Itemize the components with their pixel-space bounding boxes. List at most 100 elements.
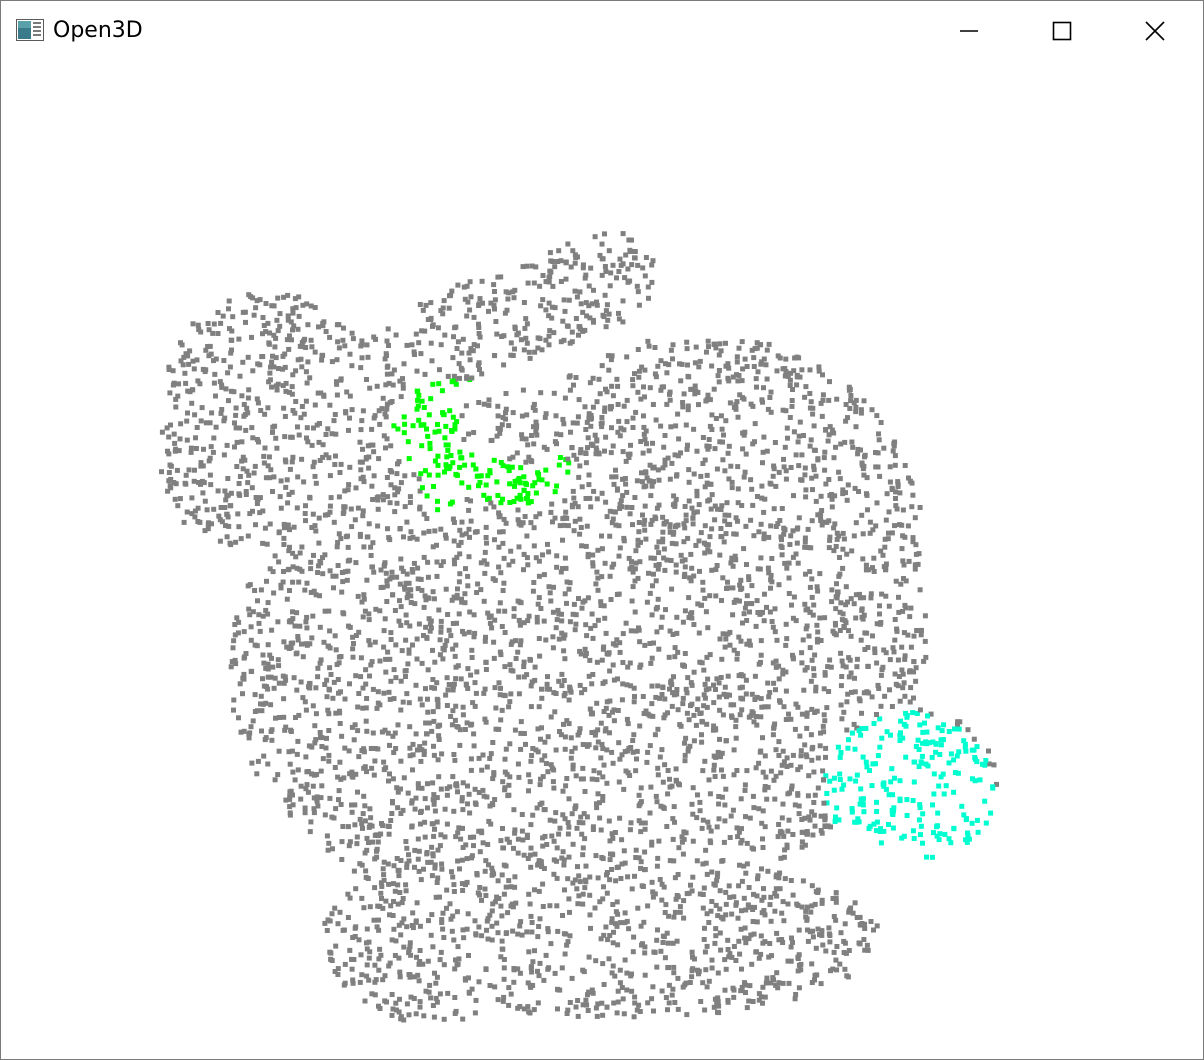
point (518, 746, 524, 752)
point (566, 586, 572, 592)
point (785, 435, 790, 441)
point (252, 692, 258, 698)
point (693, 344, 699, 350)
point (781, 704, 787, 710)
point (428, 995, 434, 1001)
point (304, 625, 310, 631)
point (742, 787, 748, 793)
point (579, 605, 585, 611)
point (511, 979, 517, 985)
point (567, 909, 572, 915)
point (756, 529, 762, 535)
point (731, 531, 737, 537)
point (411, 560, 417, 566)
point (342, 696, 348, 702)
point (412, 864, 417, 870)
point (547, 590, 553, 596)
point (764, 347, 770, 353)
point (635, 347, 641, 352)
point (569, 502, 575, 508)
point (776, 582, 782, 588)
point (624, 354, 630, 360)
point (856, 489, 861, 494)
point (672, 654, 678, 660)
point (853, 778, 859, 784)
point (838, 441, 844, 447)
point (523, 316, 529, 322)
point (384, 583, 390, 589)
point (406, 456, 412, 462)
point (794, 526, 800, 532)
point (391, 899, 396, 904)
point (765, 868, 771, 874)
point (584, 814, 590, 820)
point (175, 503, 181, 509)
point (249, 485, 255, 491)
point (477, 849, 483, 855)
point (779, 552, 785, 558)
point (911, 779, 917, 785)
point (525, 500, 531, 506)
point (478, 828, 484, 834)
point (476, 360, 482, 366)
point (690, 811, 696, 817)
point (499, 913, 505, 919)
point (689, 615, 695, 621)
point (602, 448, 607, 454)
point (508, 548, 514, 554)
close-button[interactable] (1109, 1, 1201, 61)
point (190, 387, 195, 393)
point (417, 948, 423, 953)
point (543, 307, 549, 313)
point (270, 429, 275, 435)
point (284, 477, 290, 483)
point (458, 836, 464, 842)
point (584, 523, 590, 529)
point (421, 530, 427, 536)
point (346, 623, 351, 629)
point (360, 408, 366, 414)
point (495, 403, 501, 409)
point (836, 533, 842, 539)
point (613, 474, 619, 480)
point (278, 478, 284, 484)
point (811, 800, 817, 805)
point (390, 799, 395, 804)
point (810, 612, 816, 618)
point (281, 696, 287, 702)
point (764, 604, 769, 610)
point (602, 292, 608, 298)
point (739, 585, 745, 591)
point (530, 588, 536, 594)
point (236, 336, 242, 342)
point (633, 409, 639, 415)
minimize-button[interactable] (923, 1, 1015, 61)
point (599, 424, 605, 430)
point (391, 696, 397, 702)
point (653, 562, 659, 568)
point (435, 325, 441, 331)
point (560, 913, 565, 918)
point (538, 303, 544, 309)
point (521, 487, 527, 493)
point (496, 564, 502, 570)
point-cloud-viewport[interactable] (1, 61, 1203, 1059)
point (182, 370, 188, 376)
point (359, 895, 365, 901)
point (444, 675, 450, 681)
point (479, 767, 485, 773)
point (594, 659, 600, 665)
point (633, 548, 639, 554)
maximize-button[interactable] (1016, 1, 1108, 61)
point (489, 801, 495, 807)
point (946, 760, 952, 766)
point (794, 382, 800, 388)
point (407, 974, 413, 980)
point (393, 1000, 399, 1006)
point (186, 467, 192, 473)
title-bar[interactable]: Open3D (1, 1, 1203, 61)
point (211, 435, 217, 441)
point (495, 930, 501, 936)
point (502, 664, 508, 670)
point (556, 987, 562, 993)
